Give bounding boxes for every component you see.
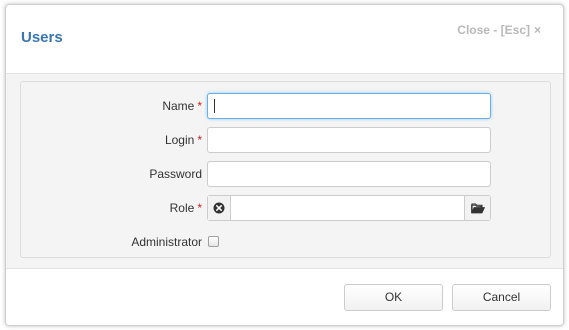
administrator-row: Administrator	[21, 229, 550, 255]
close-icon: ×	[533, 23, 541, 37]
ok-button[interactable]: OK	[344, 284, 443, 311]
administrator-checkbox[interactable]	[208, 236, 219, 247]
dialog-title: Users	[21, 29, 63, 46]
role-row: Role *	[21, 195, 550, 221]
role-input[interactable]	[231, 196, 465, 220]
login-row: Login *	[21, 127, 550, 153]
cancel-button[interactable]: Cancel	[452, 284, 551, 311]
password-label: Password	[149, 167, 202, 181]
close-label: Close - [Esc]	[457, 23, 530, 37]
role-label-text: Role	[169, 201, 195, 215]
role-browse-button[interactable]	[464, 196, 490, 220]
role-required-marker: *	[197, 201, 202, 215]
name-label-text: Name	[162, 99, 195, 113]
users-dialog: Users Close - [Esc] × Name * Login * Pas…	[5, 4, 564, 326]
name-required-marker: *	[197, 99, 202, 113]
name-input[interactable]	[207, 93, 491, 119]
dialog-header: Users Close - [Esc] ×	[6, 5, 563, 74]
role-clear-button[interactable]	[208, 196, 231, 220]
form-panel: Name * Login * Password Role * Administr…	[20, 81, 551, 258]
login-label: Login *	[165, 133, 202, 147]
administrator-label: Administrator	[131, 235, 202, 249]
role-picker	[207, 195, 491, 221]
name-label: Name *	[162, 99, 202, 113]
password-row: Password	[21, 161, 550, 187]
login-required-marker: *	[197, 133, 202, 147]
close-button[interactable]: Close - [Esc] ×	[457, 23, 541, 37]
administrator-label-text: Administrator	[131, 235, 202, 249]
clear-circle-icon	[213, 202, 225, 214]
dialog-body: Name * Login * Password Role * Administr…	[6, 74, 563, 268]
name-row: Name *	[21, 93, 550, 119]
login-label-text: Login	[164, 133, 195, 147]
password-input[interactable]	[207, 161, 491, 187]
dialog-footer: OK Cancel	[6, 268, 563, 325]
login-input[interactable]	[207, 127, 491, 153]
password-label-text: Password	[149, 167, 202, 181]
folder-open-icon	[470, 203, 485, 213]
role-label: Role *	[170, 201, 202, 215]
text-caret	[214, 99, 215, 113]
